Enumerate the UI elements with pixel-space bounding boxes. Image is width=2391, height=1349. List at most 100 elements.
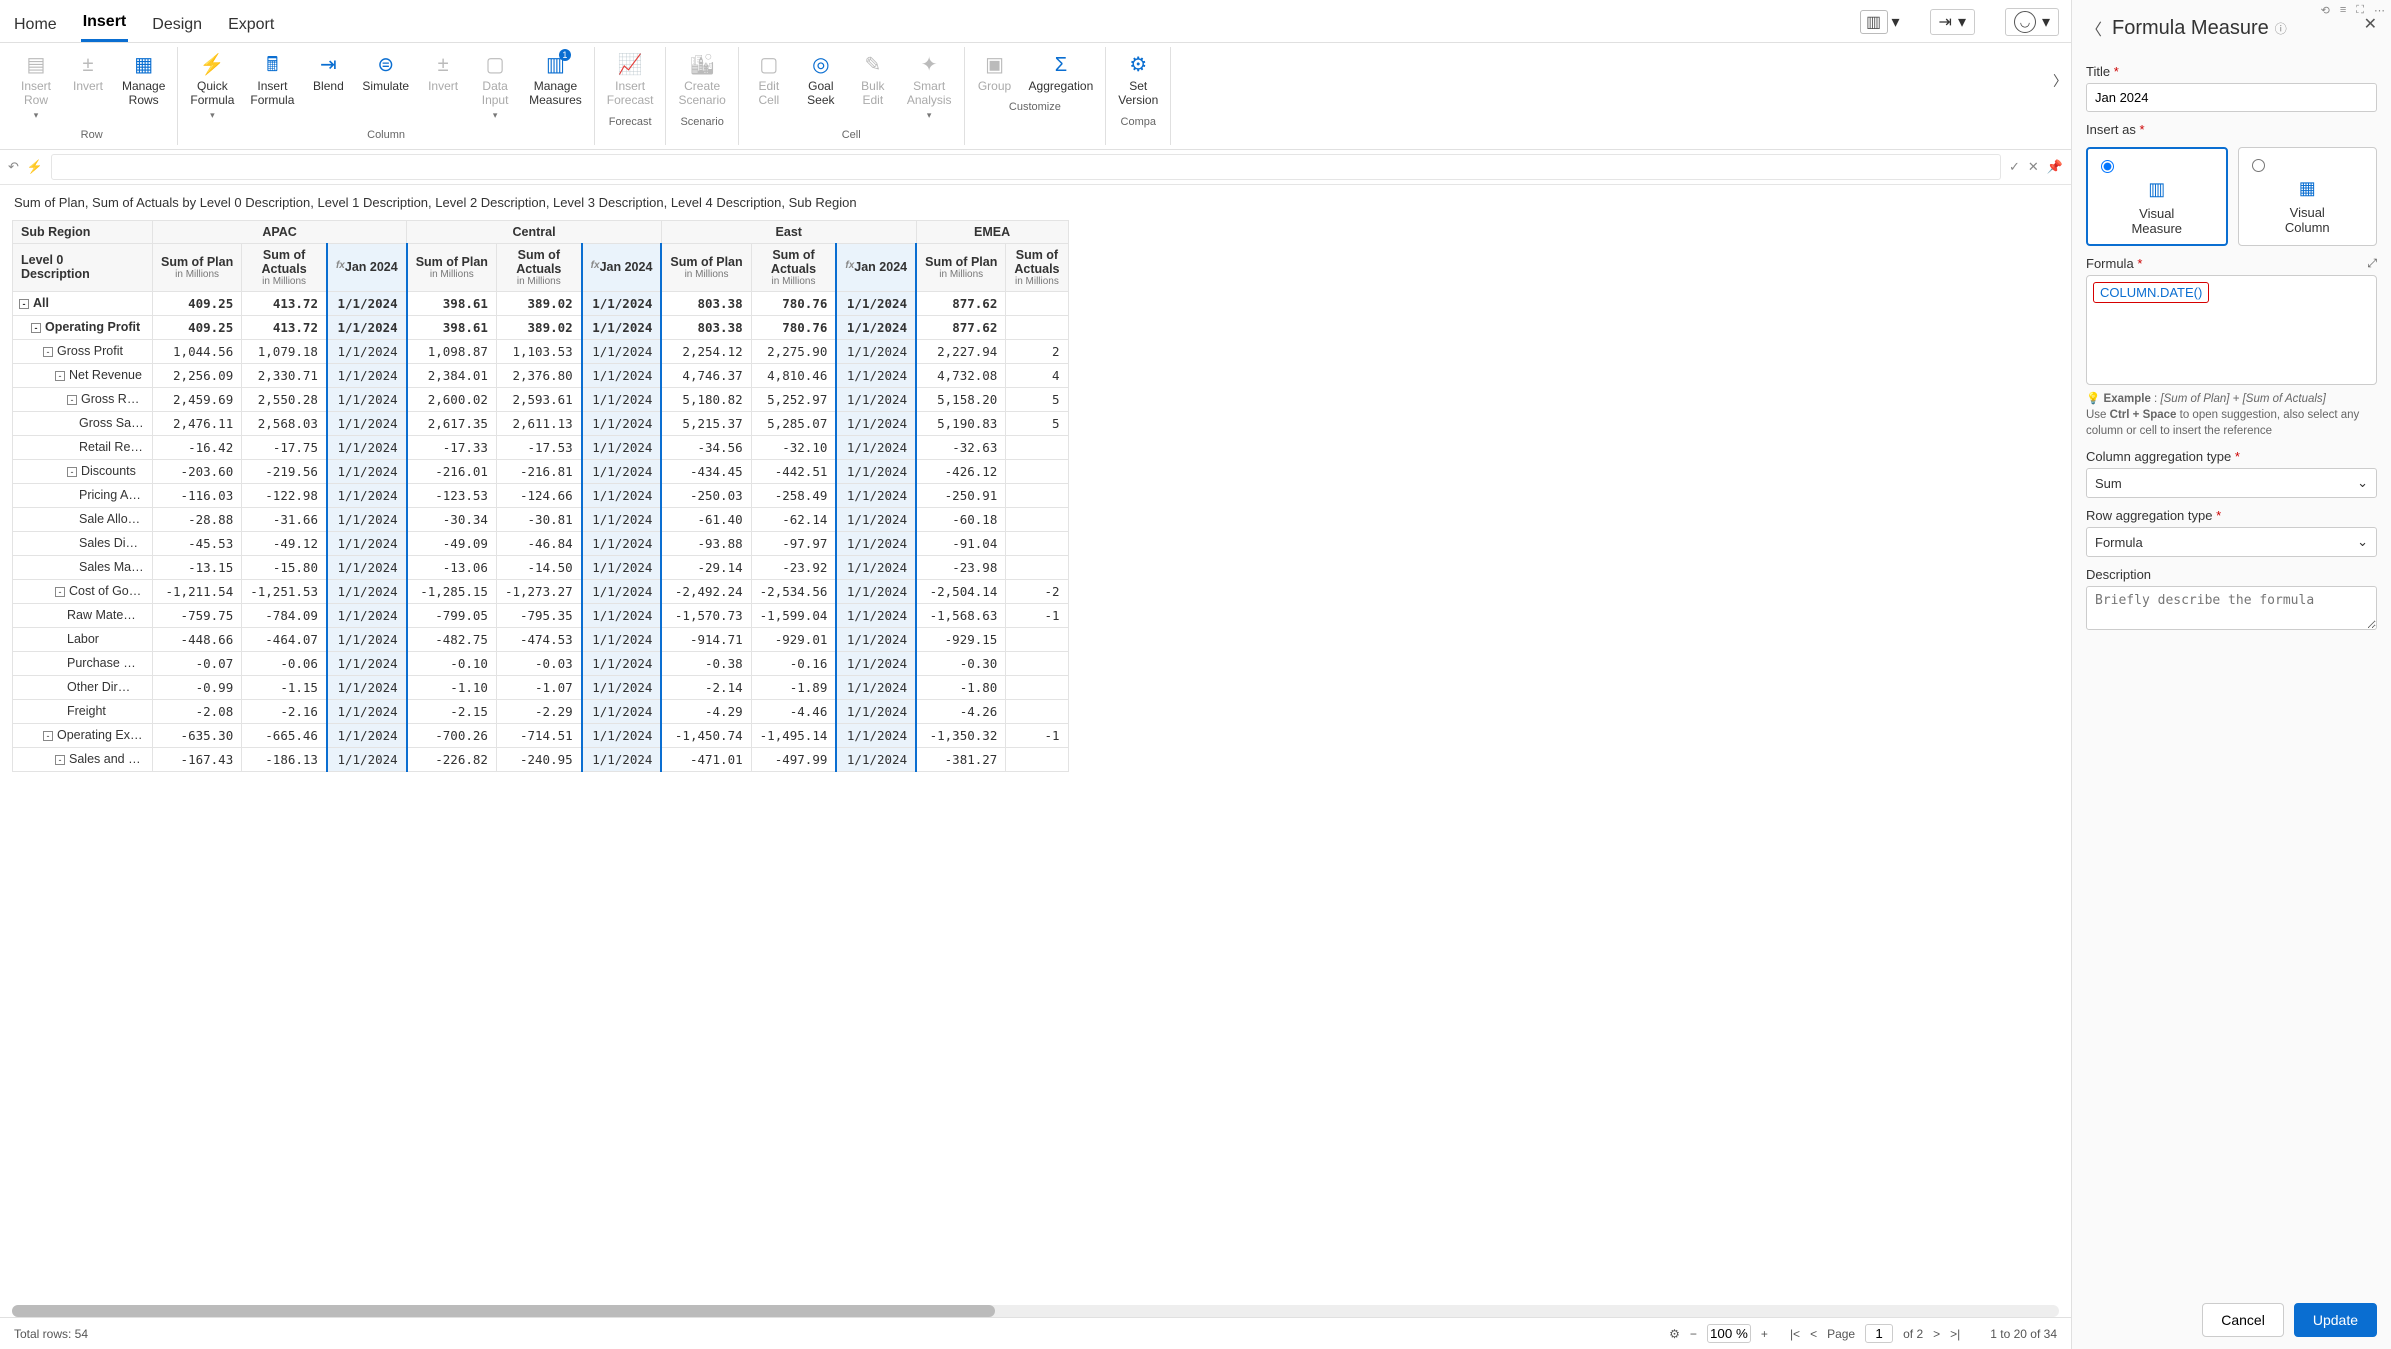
cell-plan[interactable]: -23.98 <box>916 555 1006 579</box>
cell-actuals[interactable]: -240.95 <box>496 747 581 771</box>
table-row[interactable]: Other Dir…-0.99-1.151/1/2024-1.10-1.071/… <box>13 675 1069 699</box>
back-button[interactable]: 〈 <box>2086 16 2102 40</box>
cell-plan[interactable]: -60.18 <box>916 507 1006 531</box>
cell-plan[interactable]: -0.10 <box>407 651 497 675</box>
row-label[interactable]: -Net Revenue <box>13 363 153 387</box>
redo-icon[interactable]: ⚡ <box>27 159 43 175</box>
cell-jan[interactable]: 1/1/2024 <box>836 411 916 435</box>
cell-actuals[interactable]: -1,273.27 <box>496 579 581 603</box>
cell-actuals[interactable]: 5,285.07 <box>751 411 836 435</box>
cell-jan[interactable]: 1/1/2024 <box>582 459 662 483</box>
cell-jan[interactable]: 1/1/2024 <box>582 507 662 531</box>
cell-jan[interactable]: 1/1/2024 <box>836 435 916 459</box>
jan-header[interactable]: Jan 2024 <box>836 243 916 291</box>
page-last-button[interactable]: >| <box>1950 1327 1960 1341</box>
cell-plan[interactable]: -434.45 <box>661 459 751 483</box>
cell-plan[interactable]: -28.88 <box>153 507 242 531</box>
cell-plan[interactable]: -929.15 <box>916 627 1006 651</box>
edit-cell-button[interactable]: ▢Edit Cell <box>747 51 791 110</box>
cell-actuals[interactable]: -1.07 <box>496 675 581 699</box>
cell-plan[interactable]: -116.03 <box>153 483 242 507</box>
cell-plan[interactable]: -700.26 <box>407 723 497 747</box>
cell-plan[interactable]: -1,211.54 <box>153 579 242 603</box>
cell-plan[interactable]: -482.75 <box>407 627 497 651</box>
row-label[interactable]: Labor <box>13 627 153 651</box>
cell-jan[interactable]: 1/1/2024 <box>327 507 407 531</box>
cell-plan[interactable]: -2.14 <box>661 675 751 699</box>
cell-plan[interactable]: -226.82 <box>407 747 497 771</box>
table-row[interactable]: -Sales and M…-167.43-186.131/1/2024-226.… <box>13 747 1069 771</box>
region-header[interactable]: East <box>661 220 916 243</box>
cell-actuals[interactable]: 389.02 <box>496 291 581 315</box>
table-row[interactable]: Pricing A…-116.03-122.981/1/2024-123.53-… <box>13 483 1069 507</box>
cell-jan[interactable]: 1/1/2024 <box>582 603 662 627</box>
row-agg-select[interactable]: Formula⌄ <box>2086 527 2377 557</box>
page-first-button[interactable]: |< <box>1790 1327 1800 1341</box>
cell-jan[interactable]: 1/1/2024 <box>582 699 662 723</box>
cell-plan[interactable]: -91.04 <box>916 531 1006 555</box>
cell-plan[interactable]: -4.26 <box>916 699 1006 723</box>
simulate-button[interactable]: ⊜Simulate <box>358 51 413 95</box>
table-row[interactable]: Sales Ma…-13.15-15.801/1/2024-13.06-14.5… <box>13 555 1069 579</box>
close-icon[interactable]: ✕ <box>2028 159 2039 175</box>
cell-plan[interactable]: -1,285.15 <box>407 579 497 603</box>
visual-measure-option[interactable]: ▥ Visual Measure <box>2086 147 2228 246</box>
cell-actuals[interactable]: -62.14 <box>751 507 836 531</box>
cell-actuals[interactable]: 2,376.80 <box>496 363 581 387</box>
info-icon[interactable]: ⓘ <box>2275 20 2287 37</box>
cell-actuals[interactable] <box>1006 651 1068 675</box>
visual-column-option[interactable]: ▦ Visual Column <box>2238 147 2378 246</box>
cell-plan[interactable]: -1.80 <box>916 675 1006 699</box>
table-row[interactable]: -Gross Profit1,044.561,079.181/1/20241,0… <box>13 339 1069 363</box>
row-label[interactable]: -Discounts <box>13 459 153 483</box>
table-row[interactable]: -All409.25413.721/1/2024398.61389.021/1/… <box>13 291 1069 315</box>
cell-actuals[interactable]: 5,252.97 <box>751 387 836 411</box>
cell-jan[interactable]: 1/1/2024 <box>836 627 916 651</box>
expand-formula-icon[interactable]: ⤢ <box>2367 256 2377 271</box>
formula-editor[interactable]: COLUMN.DATE() <box>2086 275 2377 385</box>
actuals-header[interactable]: Sum of Actualsin Millions <box>496 243 581 291</box>
cell-jan[interactable]: 1/1/2024 <box>582 411 662 435</box>
cell-plan[interactable]: -2.15 <box>407 699 497 723</box>
cell-actuals[interactable]: 4 <box>1006 363 1068 387</box>
cell-jan[interactable]: 1/1/2024 <box>327 363 407 387</box>
cell-plan[interactable]: -17.33 <box>407 435 497 459</box>
actuals-header[interactable]: Sum of Actualsin Millions <box>1006 243 1068 291</box>
cell-actuals[interactable] <box>1006 627 1068 651</box>
cell-jan[interactable]: 1/1/2024 <box>582 579 662 603</box>
cell-actuals[interactable]: 1,079.18 <box>242 339 327 363</box>
cell-plan[interactable]: 803.38 <box>661 291 751 315</box>
cell-plan[interactable]: -0.38 <box>661 651 751 675</box>
cell-jan[interactable]: 1/1/2024 <box>836 483 916 507</box>
cell-jan[interactable]: 1/1/2024 <box>582 723 662 747</box>
cell-actuals[interactable]: -97.97 <box>751 531 836 555</box>
row-label[interactable]: -Sales and M… <box>13 747 153 771</box>
cell-jan[interactable]: 1/1/2024 <box>582 627 662 651</box>
cell-jan[interactable]: 1/1/2024 <box>327 531 407 555</box>
cell-actuals[interactable]: -1,599.04 <box>751 603 836 627</box>
cell-actuals[interactable]: -442.51 <box>751 459 836 483</box>
cell-actuals[interactable] <box>1006 291 1068 315</box>
cell-plan[interactable]: 409.25 <box>153 291 242 315</box>
invert-row-button[interactable]: ±Invert <box>66 51 110 95</box>
plan-header[interactable]: Sum of Planin Millions <box>661 243 751 291</box>
cell-actuals[interactable]: -17.75 <box>242 435 327 459</box>
cell-jan[interactable]: 1/1/2024 <box>582 363 662 387</box>
ribbon-scroll-right[interactable]: 〉 <box>2053 71 2067 91</box>
cell-jan[interactable]: 1/1/2024 <box>327 291 407 315</box>
cell-jan[interactable]: 1/1/2024 <box>327 747 407 771</box>
tab-home[interactable]: Home <box>12 12 59 42</box>
table-row[interactable]: Retail Re…-16.42-17.751/1/2024-17.33-17.… <box>13 435 1069 459</box>
actuals-header[interactable]: Sum of Actualsin Millions <box>242 243 327 291</box>
cell-jan[interactable]: 1/1/2024 <box>836 459 916 483</box>
cell-actuals[interactable] <box>1006 507 1068 531</box>
undo-icon[interactable]: ↶ <box>8 159 19 175</box>
row-label[interactable]: Sales Dis… <box>13 531 153 555</box>
cell-jan[interactable]: 1/1/2024 <box>836 531 916 555</box>
cell-plan[interactable]: -4.29 <box>661 699 751 723</box>
invert-col-button[interactable]: ±Invert <box>421 51 465 95</box>
cell-plan[interactable]: 409.25 <box>153 315 242 339</box>
col-agg-select[interactable]: Sum⌄ <box>2086 468 2377 498</box>
cell-actuals[interactable]: -1,251.53 <box>242 579 327 603</box>
row-label[interactable]: Gross Sal… <box>13 411 153 435</box>
